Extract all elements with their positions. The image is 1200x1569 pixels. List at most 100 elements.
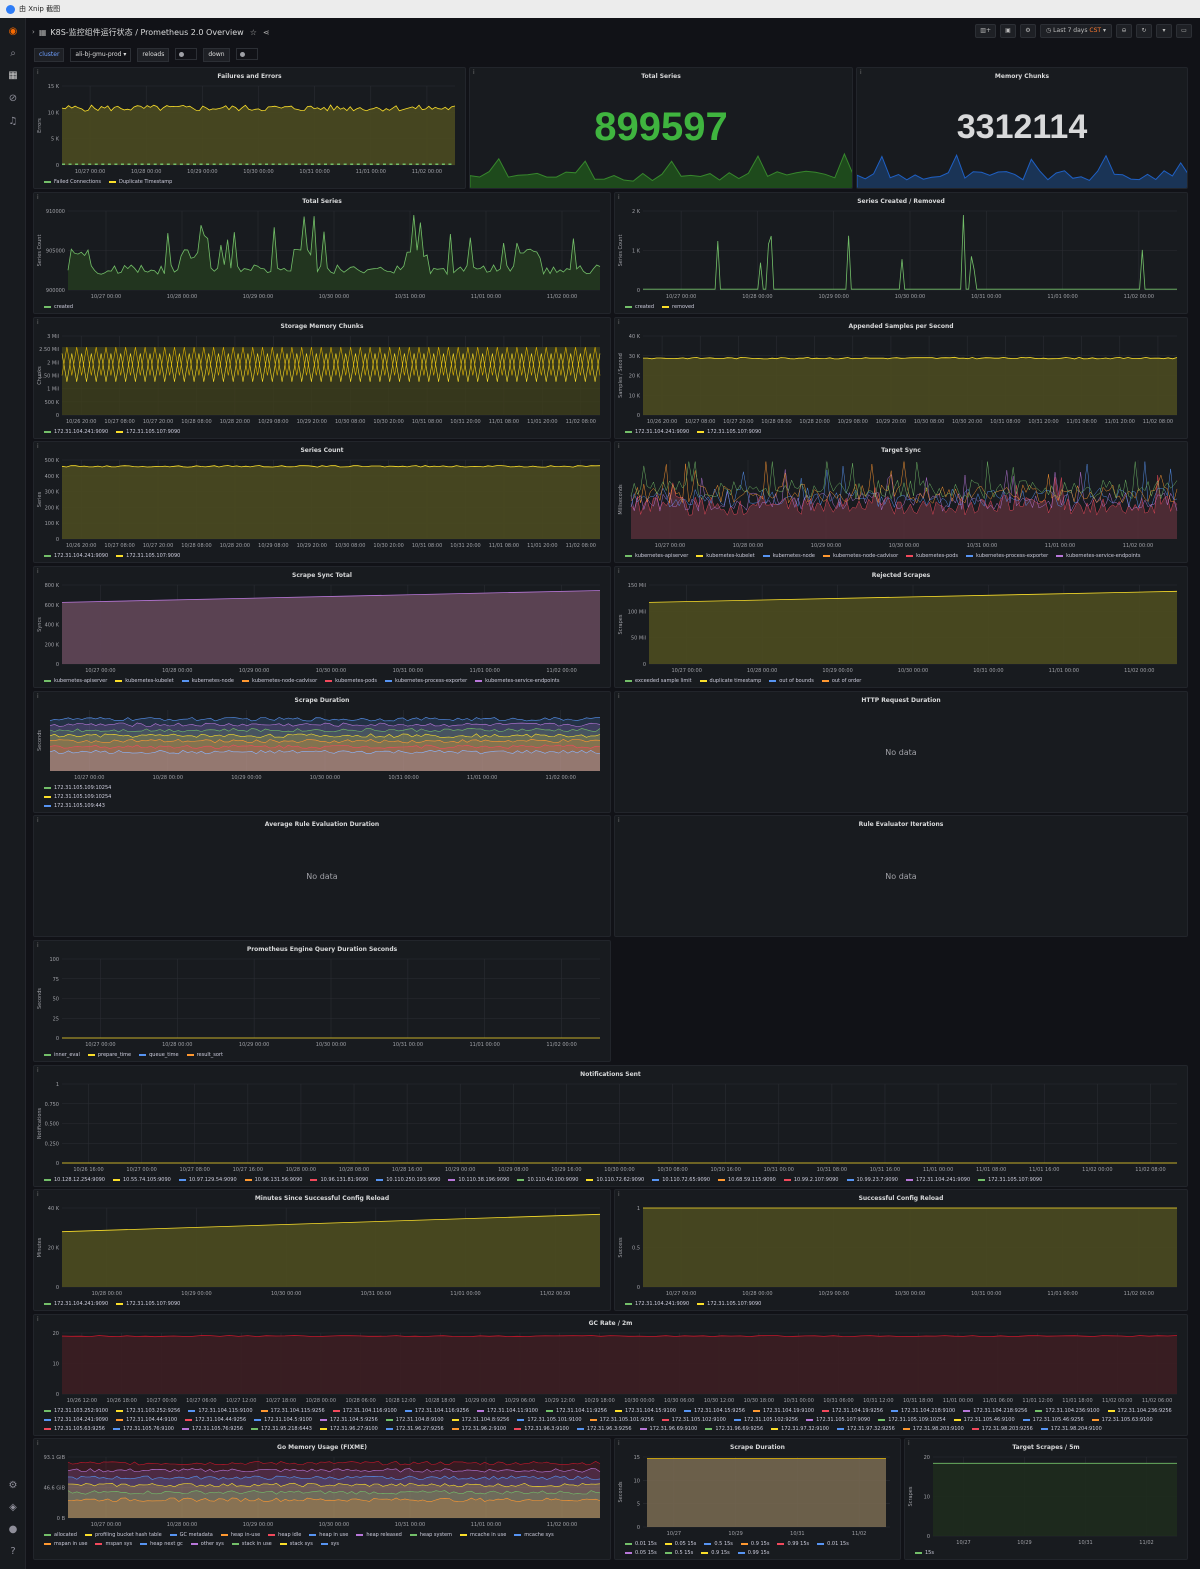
legend-item[interactable]: 172.31.105.76:9256: [182, 1425, 243, 1434]
legend-item[interactable]: GC metadata: [169, 1531, 213, 1540]
legend-item[interactable]: Duplicate Timestamp: [109, 178, 172, 187]
legend-item[interactable]: 172.31.95.218:6443: [251, 1425, 312, 1434]
legend-item[interactable]: 172.31.96.27:9100: [320, 1425, 378, 1434]
legend-item[interactable]: 10.110.72.65:9090: [652, 1176, 710, 1185]
legend-item[interactable]: 172.31.96.69:9100: [639, 1425, 697, 1434]
legend-item[interactable]: created: [625, 303, 654, 312]
panel-title[interactable]: Average Rule Evaluation Duration: [34, 821, 610, 828]
panel-minutes-since[interactable]: i Minutes Since Successful Config Reload 4…: [33, 1189, 611, 1311]
page-title[interactable]: Prometheus 2.0 Overview: [140, 28, 243, 37]
legend-item[interactable]: 172.31.104.11:9256: [546, 1407, 607, 1416]
panel-total-series-stat[interactable]: i Total Series 899597: [469, 67, 853, 189]
legend-item[interactable]: queue_time: [139, 1051, 179, 1060]
settings-icon[interactable]: ⚙: [7, 1480, 19, 1492]
legend-item[interactable]: 172.31.97.32:9256: [836, 1425, 895, 1434]
legend-item[interactable]: Failed Connections: [44, 178, 101, 187]
legend-item[interactable]: 10.110.250.193:9090: [376, 1176, 440, 1185]
legend-item[interactable]: 172.31.104.8:9100: [385, 1416, 444, 1425]
legend-item[interactable]: kubernetes-node: [762, 552, 815, 561]
panel-scrape-duration[interactable]: i Scrape Duration Seconds 10/27 00:00 10/28 …: [33, 691, 611, 813]
legend-item[interactable]: kubernetes-pods: [906, 552, 958, 561]
legend-item[interactable]: 172.31.104.236:9256: [1107, 1407, 1172, 1416]
legend-item[interactable]: result_sort: [186, 1051, 223, 1060]
legend-item[interactable]: 10.96.131.81:9090: [310, 1176, 368, 1185]
legend-item[interactable]: 172.31.98.203:9100: [902, 1425, 964, 1434]
legend-item[interactable]: 172.31.96.3:9256: [576, 1425, 632, 1434]
legend-item[interactable]: duplicate timestamp: [699, 677, 761, 686]
tv-mode-button[interactable]: ▭: [1176, 24, 1192, 38]
legend-item[interactable]: 10.99.23.7:9090: [846, 1176, 898, 1185]
legend-item[interactable]: kubernetes-kubelet: [696, 552, 755, 561]
legend-item[interactable]: kubernetes-apiserver: [625, 552, 688, 561]
legend-item[interactable]: 172.31.104.241:9090: [44, 1416, 108, 1425]
legend-item[interactable]: kubernetes-apiserver: [44, 677, 107, 686]
legend-item[interactable]: heap in use: [309, 1531, 348, 1540]
panel-memory-chunks-stat[interactable]: i Memory Chunks 3312114: [856, 67, 1188, 189]
graph[interactable]: 800 K 600 K 400 K 200 K 0 Syncs 10/27 00:00 10/…: [34, 567, 611, 680]
legend-item[interactable]: 172.31.96.27:9256: [385, 1425, 444, 1434]
graph[interactable]: 2 K 1 K 0 Series Count 10/27 00:00 10/28 00:0…: [615, 193, 1188, 306]
legend-item[interactable]: 172.31.105.107:9090: [978, 1176, 1042, 1185]
legend-item[interactable]: out of order: [821, 677, 861, 686]
graph[interactable]: Milliseconds 10/27 00:00 10/28 00:00 10/29 …: [615, 442, 1188, 555]
panel-title[interactable]: HTTP Request Duration: [615, 697, 1187, 704]
graph[interactable]: 1 0.750 0.500 0.250 0 Notifications 10/26 16:0…: [34, 1066, 1188, 1179]
zoom-out-button[interactable]: ⊖: [1116, 24, 1132, 38]
legend-item[interactable]: heap system: [409, 1531, 452, 1540]
refresh-interval-button[interactable]: ▾: [1156, 24, 1172, 38]
star-icon[interactable]: ☆: [250, 28, 257, 37]
panel-scrape-sync[interactable]: i Scrape Sync Total 800 K 600 K 400 K 200 K0S…: [33, 566, 611, 688]
legend-item[interactable]: heap next gc: [140, 1540, 183, 1549]
legend-item[interactable]: 172.31.104.19:9100: [753, 1407, 814, 1416]
graph[interactable]: 40 K 20 K 0 Minutes 10/28 00:00 10/29 00:00 10…: [34, 1190, 611, 1303]
panel-go-memory[interactable]: i Go Memory Usage (FIXME) 93.1 GiB 46.6 GiB…: [33, 1438, 611, 1560]
legend-item[interactable]: 172.31.104.241:9090: [44, 1300, 108, 1309]
panel-target-sync[interactable]: i Target Sync Milliseconds 10/27 00:00 10/28…: [614, 441, 1188, 563]
panel-appended[interactable]: i Appended Samples per Second 40 K 30 K 20 K…: [614, 317, 1188, 439]
legend-item[interactable]: 172.31.105.63:9100: [1091, 1416, 1153, 1425]
legend-item[interactable]: kubernetes-service-endpoints: [1056, 552, 1140, 561]
graph[interactable]: Seconds 10/27 00:00 10/28 00:00 10/29 00:00…: [34, 692, 611, 787]
legend-item[interactable]: sys: [320, 1540, 339, 1549]
legend-item[interactable]: 172.31.98.203:9256: [971, 1425, 1033, 1434]
legend-item[interactable]: 0.9 15s: [740, 1540, 769, 1549]
graph[interactable]: 500 K 400 K 300 K 200 K 100 K 0 Series 10/26 20…: [34, 442, 611, 555]
legend-item[interactable]: 172.31.105.46:9100: [953, 1416, 1015, 1425]
avatar[interactable]: ●: [7, 1524, 19, 1536]
legend-item[interactable]: 0.01 15s: [817, 1540, 849, 1549]
panel-engine[interactable]: i Prometheus Engine Query Duration Second…: [33, 940, 611, 1062]
legend-item[interactable]: 172.31.104.241:9090: [905, 1176, 970, 1185]
graph[interactable]: 20 10 0 10/26 12:00 10/26 18:00 10/27 00:00 10…: [34, 1315, 1188, 1410]
legend-item[interactable]: 172.31.105.107:9090: [116, 428, 180, 437]
legend-item[interactable]: inner_eval: [44, 1051, 80, 1060]
legend-item[interactable]: kubernetes-node-cadvisor: [823, 552, 898, 561]
panel-rule-iter[interactable]: i Rule Evaluator Iterations No data: [614, 815, 1188, 937]
panel-total-series[interactable]: i Total Series 910000 905000 900000 Series Co…: [33, 192, 611, 314]
legend-item[interactable]: 10.55.74.105:9090: [113, 1176, 171, 1185]
legend-item[interactable]: 172.31.105.107:9090: [116, 1300, 180, 1309]
legend-item[interactable]: 172.31.104.15:9100: [615, 1407, 676, 1416]
share-icon[interactable]: ⋖: [263, 28, 270, 37]
legend-item[interactable]: 172.31.96.2:9100: [451, 1425, 506, 1434]
legend-item[interactable]: 0.9 15s: [701, 1549, 730, 1558]
graph[interactable]: 910000 905000 900000 Series Count 10/27 00:0…: [34, 193, 611, 306]
legend-item[interactable]: 172.31.104.44:9100: [116, 1416, 177, 1425]
legend-item[interactable]: heap released: [356, 1531, 402, 1540]
legend-item[interactable]: 0.99 15s: [737, 1549, 769, 1558]
legend-item[interactable]: prepare_time: [87, 1051, 131, 1060]
legend-item[interactable]: 0.99 15s: [777, 1540, 809, 1549]
legend-item[interactable]: 172.31.105.76:9100: [113, 1425, 174, 1434]
refresh-button[interactable]: ↻: [1136, 24, 1152, 38]
legend-item[interactable]: 172.31.104.218:9256: [963, 1407, 1027, 1416]
legend-item[interactable]: 10.128.12.254:9090: [44, 1176, 105, 1185]
legend-item[interactable]: other sys: [190, 1540, 224, 1549]
legend-item[interactable]: stack in use: [231, 1540, 272, 1549]
legend-item[interactable]: exceeded sample limit: [625, 677, 692, 686]
graph[interactable]: 20 10 0 Scrapes 10/27 10/29 10/31 11/02: [905, 1439, 1188, 1552]
legend-item[interactable]: 172.31.105.107:9090: [116, 552, 180, 561]
legend-item[interactable]: 172.31.104.241:9090: [625, 428, 689, 437]
legend-item[interactable]: created: [44, 303, 73, 312]
legend-item[interactable]: 172.31.104.19:9256: [822, 1407, 883, 1416]
legend-item[interactable]: 10.110.72.62:9090: [586, 1176, 644, 1185]
legend-item[interactable]: heap idle: [268, 1531, 301, 1540]
